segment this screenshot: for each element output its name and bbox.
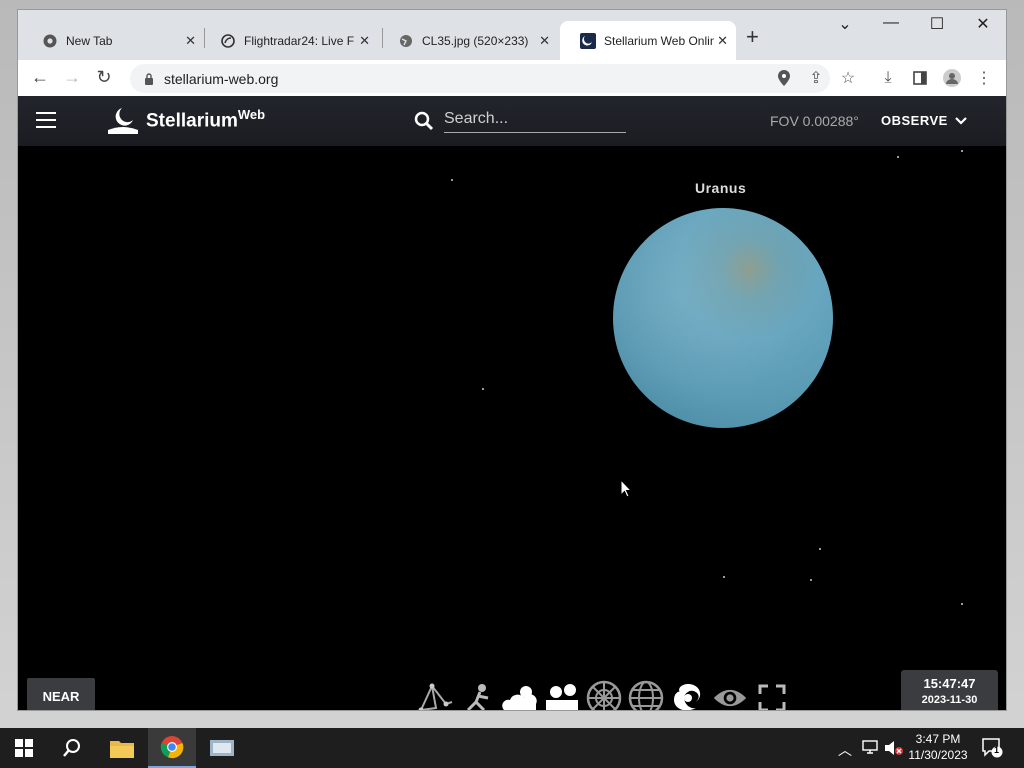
deep-sky-objects-icon[interactable] bbox=[670, 680, 706, 710]
clock-time: 3:47 PM bbox=[915, 732, 961, 746]
file-explorer-icon[interactable] bbox=[98, 728, 146, 768]
window-close-icon[interactable]: ✕ bbox=[968, 14, 998, 34]
observe-button[interactable]: OBSERVE bbox=[881, 113, 968, 128]
side-panel-icon[interactable] bbox=[910, 68, 930, 88]
bottom-toolbar bbox=[418, 680, 790, 710]
stellarium-top-bar: StellariumWeb FOV 0.00288° OBSERVE bbox=[18, 96, 1006, 146]
logo-text: StellariumWeb bbox=[146, 107, 266, 132]
planet-label: Uranus bbox=[695, 180, 747, 196]
equatorial-grid-icon[interactable] bbox=[628, 680, 664, 710]
search-icon bbox=[414, 111, 434, 130]
tab-flightradar[interactable]: Flightradar24: Live Flight Tracker ✕ bbox=[200, 21, 378, 60]
atmosphere-icon[interactable] bbox=[502, 680, 538, 710]
windows-taskbar: ︿ 3:47 PM 11/30/2023 1 bbox=[0, 728, 1024, 768]
download-icon[interactable]: ⤓ bbox=[878, 68, 898, 88]
image-viewer-icon[interactable] bbox=[198, 728, 246, 768]
globe-icon bbox=[398, 33, 414, 49]
close-icon[interactable]: ✕ bbox=[717, 33, 728, 49]
time-display: 15:47:47 bbox=[923, 676, 976, 691]
forward-icon[interactable]: → bbox=[60, 67, 84, 88]
network-icon[interactable] bbox=[862, 740, 878, 757]
close-icon[interactable]: ✕ bbox=[539, 33, 550, 49]
more-menu-icon[interactable]: ⋮ bbox=[974, 68, 994, 88]
eye-night-mode-icon[interactable] bbox=[712, 680, 748, 710]
observe-label: OBSERVE bbox=[881, 113, 948, 128]
near-button[interactable]: NEAR bbox=[27, 678, 95, 710]
tab-stellarium[interactable]: Stellarium Web Online Star Map ✕ bbox=[560, 21, 736, 60]
star[interactable] bbox=[723, 576, 725, 578]
bookmark-star-icon[interactable]: ☆ bbox=[838, 68, 858, 88]
notifications-icon[interactable]: 1 bbox=[982, 738, 1004, 761]
browser-window: New Tab ✕ Flightradar24: Live Flight Tra… bbox=[18, 10, 1006, 710]
tab-cl35-image[interactable]: CL35.jpg (520×233) ✕ bbox=[378, 21, 558, 60]
back-icon[interactable]: ← bbox=[28, 67, 52, 88]
browser-toolbar: ← → ↻ stellarium-web.org ⇪ ☆ ⤓ ⋮ bbox=[18, 60, 1006, 97]
chevron-down-icon bbox=[955, 116, 967, 125]
tab-title: Stellarium Web Online Star Map bbox=[604, 33, 714, 48]
tab-new-tab[interactable]: New Tab ✕ bbox=[22, 21, 204, 60]
fullscreen-icon[interactable] bbox=[754, 680, 790, 710]
landscape-icon[interactable] bbox=[544, 680, 580, 710]
uranus-planet[interactable] bbox=[613, 208, 833, 428]
clock-date: 11/30/2023 bbox=[908, 748, 968, 762]
flightradar-icon bbox=[220, 33, 236, 49]
location-pin-icon[interactable] bbox=[774, 68, 794, 88]
star[interactable] bbox=[897, 156, 899, 158]
stellarium-logo: StellariumWeb bbox=[108, 106, 265, 134]
close-icon[interactable]: ✕ bbox=[185, 33, 196, 49]
star[interactable] bbox=[482, 388, 484, 390]
hamburger-menu-icon[interactable] bbox=[36, 112, 56, 128]
volume-muted-icon[interactable] bbox=[884, 740, 904, 759]
moon-logo-icon bbox=[108, 108, 138, 134]
stellarium-icon bbox=[580, 32, 596, 49]
close-icon[interactable]: ✕ bbox=[359, 33, 370, 49]
chrome-icon bbox=[42, 33, 58, 49]
mouse-cursor-icon bbox=[620, 478, 633, 504]
tab-bar: New Tab ✕ Flightradar24: Live Flight Tra… bbox=[18, 10, 1006, 60]
tab-title: Flightradar24: Live Flight Tracker bbox=[244, 33, 354, 48]
star[interactable] bbox=[819, 548, 821, 550]
tray-overflow-chevron-icon[interactable]: ︿ bbox=[838, 740, 852, 760]
profile-avatar-icon[interactable] bbox=[942, 68, 962, 88]
share-icon[interactable]: ⇪ bbox=[806, 68, 826, 88]
star[interactable] bbox=[810, 579, 812, 581]
azimuthal-grid-icon[interactable] bbox=[586, 680, 622, 710]
fov-readout: FOV 0.00288° bbox=[770, 113, 859, 129]
tab-title: New Tab bbox=[66, 33, 113, 48]
reload-icon[interactable]: ↻ bbox=[92, 67, 116, 88]
sky-viewport[interactable]: StellariumWeb FOV 0.00288° OBSERVE Uranu… bbox=[18, 96, 1006, 710]
constellations-icon[interactable] bbox=[418, 680, 454, 710]
constellation-art-icon[interactable] bbox=[460, 680, 496, 710]
url-text: stellarium-web.org bbox=[164, 70, 279, 87]
new-tab-button[interactable]: + bbox=[746, 24, 759, 50]
search-box bbox=[414, 108, 626, 133]
windows-start-icon[interactable] bbox=[0, 728, 48, 768]
date-time-button[interactable]: 15:47:47 2023-11-30 bbox=[901, 670, 998, 710]
search-icon[interactable] bbox=[48, 728, 96, 768]
tab-search-chevron-icon[interactable]: ⌄ bbox=[830, 14, 860, 34]
search-input[interactable] bbox=[444, 108, 626, 133]
address-bar[interactable]: stellarium-web.org bbox=[130, 64, 830, 93]
star[interactable] bbox=[961, 603, 963, 605]
tab-title: CL35.jpg (520×233) bbox=[422, 33, 529, 48]
lock-icon bbox=[142, 72, 156, 85]
star[interactable] bbox=[961, 150, 963, 152]
system-clock[interactable]: 3:47 PM 11/30/2023 bbox=[906, 731, 970, 763]
star[interactable] bbox=[451, 179, 453, 181]
chrome-taskbar-icon[interactable] bbox=[148, 728, 196, 768]
maximize-icon[interactable]: ☐ bbox=[922, 14, 952, 34]
date-display: 2023-11-30 bbox=[921, 694, 978, 706]
notification-count: 1 bbox=[994, 745, 1000, 755]
minimize-icon[interactable]: — bbox=[876, 14, 906, 32]
